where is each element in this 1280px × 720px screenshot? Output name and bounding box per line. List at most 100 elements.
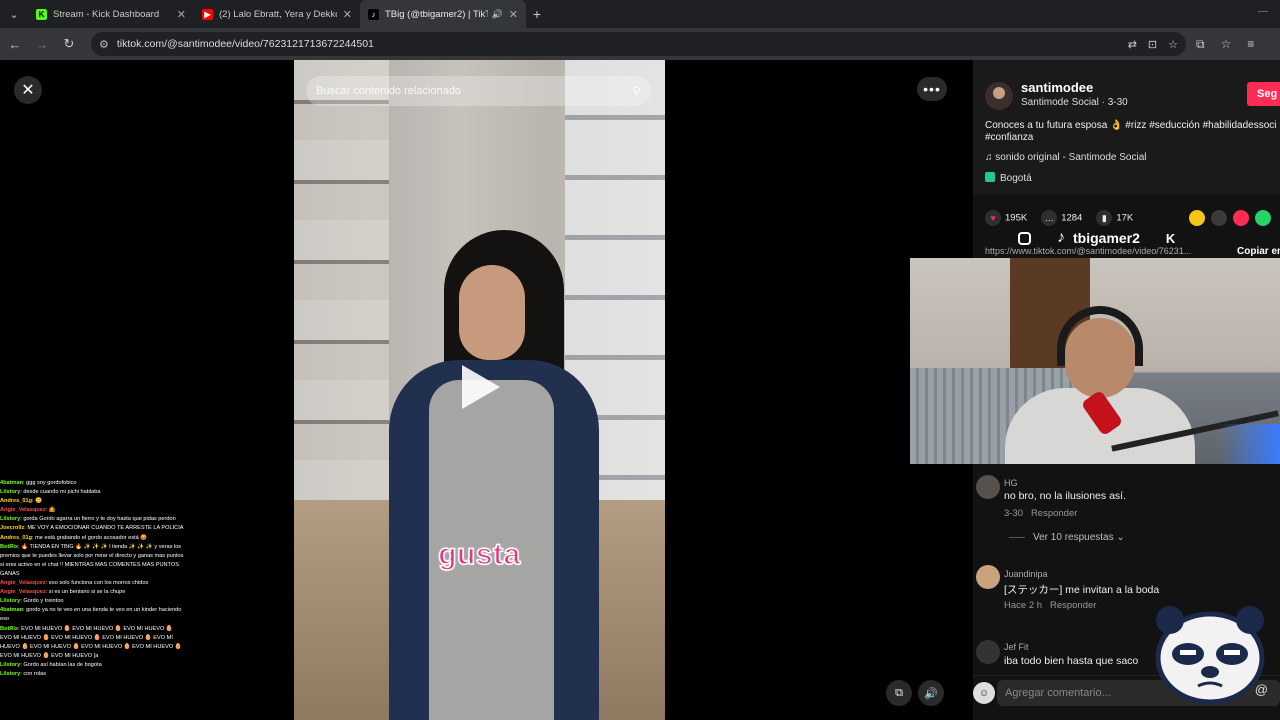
embed-icon[interactable]: [1211, 210, 1227, 226]
streamer-handle-banner: ♪ tbigamer2 K: [1018, 229, 1175, 247]
comment-author[interactable]: HG: [1004, 478, 1018, 488]
tab-kick-dashboard[interactable]: K Stream - Kick Dashboard ✕: [28, 0, 194, 28]
location-link[interactable]: Bogotá: [985, 172, 1032, 184]
site-info-icon[interactable]: ⚙: [99, 38, 109, 51]
chat-username[interactable]: Lilstory: [0, 489, 20, 495]
reload-icon[interactable]: ↻: [57, 32, 81, 56]
volume-icon[interactable]: 🔊: [918, 680, 944, 706]
chevron-down-icon: ⌄: [1116, 532, 1125, 543]
chat-message: Angie_Velasquez: 🤷: [0, 506, 185, 515]
address-toolbar: ← → ↻ ⚙ tiktok.com/@santimodee/video/762…: [0, 28, 1280, 60]
tab-search-chevron-icon[interactable]: ⌄: [0, 0, 28, 28]
share-tiktok-icon[interactable]: [1233, 210, 1249, 226]
chat-username[interactable]: Lilstory: [0, 598, 20, 604]
save-button[interactable]: ▮ 17K: [1096, 210, 1133, 226]
minimize-icon[interactable]: —: [1258, 6, 1268, 17]
chat-username[interactable]: Angie_Velasquez: [0, 589, 46, 595]
avatar[interactable]: [976, 640, 1000, 664]
video-player[interactable]: Buscar contenido relacionado ⚲ gusta: [294, 60, 665, 720]
chat-text: : 🥲: [32, 498, 43, 505]
stream-chat: 4batman: ggg soy gordofobico Lilstory: de…: [0, 479, 185, 720]
music-note-icon: ♫: [985, 152, 996, 163]
copy-link-button[interactable]: Copiar en: [1237, 246, 1280, 257]
youtube-icon: ▶: [202, 8, 213, 20]
comment-button[interactable]: … 1284: [1041, 210, 1082, 226]
tab-bar: ⌄ K Stream - Kick Dashboard ✕ ▶ (2) Lalo…: [0, 0, 1280, 28]
location-label: Bogotá: [1000, 173, 1032, 184]
share-link[interactable]: https://www.tiktok.com/@santimodee/video…: [985, 246, 1280, 256]
pip-icon[interactable]: ⧉: [886, 680, 912, 706]
streamer-handle: tbigamer2: [1073, 230, 1140, 246]
chat-username[interactable]: 4batman: [0, 480, 23, 486]
chat-username[interactable]: Angie_Velasquez: [0, 580, 46, 586]
author-username[interactable]: santimodee: [1021, 80, 1093, 95]
chat-username[interactable]: BotRix: [0, 626, 18, 632]
avatar[interactable]: [976, 565, 1000, 589]
like-count: 195K: [1005, 212, 1028, 224]
comment-author[interactable]: Jef Fit: [1004, 642, 1029, 652]
chat-text: : me está grabando el gordo acosador est…: [32, 534, 148, 541]
bookmarks-icon[interactable]: ☆: [1221, 37, 1232, 52]
close-icon[interactable]: ✕: [14, 76, 42, 104]
play-icon[interactable]: [462, 365, 500, 409]
chat-username[interactable]: Lilstory: [0, 671, 20, 677]
back-icon[interactable]: ←: [3, 32, 27, 56]
chat-message: Angie_Velasquez: eso solo funciona con l…: [0, 579, 185, 588]
comment-date: Hace 2 h: [1004, 600, 1043, 611]
reply-button[interactable]: Responder: [1031, 508, 1077, 519]
chat-username[interactable]: Andres_01g: [0, 535, 32, 541]
url-bar[interactable]: ⚙ tiktok.com/@santimodee/video/762312171…: [91, 32, 1186, 56]
reply-button[interactable]: Responder: [1050, 600, 1096, 611]
comment-count: 1284: [1061, 212, 1083, 224]
sound-link[interactable]: ♫ sonido original - Santimode Social: [985, 152, 1146, 163]
heart-icon: ♥: [985, 210, 1001, 226]
chat-username[interactable]: BotRix: [0, 544, 18, 550]
tab-youtube[interactable]: ▶ (2) Lalo Ebratt, Yera y Dekko - A ✕: [194, 0, 360, 28]
comment-meta: 3-30 Responder: [1004, 508, 1077, 519]
chat-message: 4batman: ggg soy gordofobico: [0, 479, 185, 488]
translate-icon[interactable]: ⇄: [1128, 38, 1137, 51]
avatar[interactable]: [985, 82, 1013, 110]
close-tab-icon[interactable]: ✕: [177, 8, 186, 21]
comment-author[interactable]: Juandinipa: [1004, 569, 1048, 579]
close-tab-icon[interactable]: ✕: [343, 8, 352, 21]
chat-message: Lilstory: desde cuando mi pichi hablaba: [0, 488, 185, 497]
like-button[interactable]: ♥ 195K: [985, 210, 1027, 226]
chat-username[interactable]: Andres_01g: [0, 498, 32, 504]
chat-username[interactable]: Lilstory: [0, 662, 20, 668]
related-search-input[interactable]: Buscar contenido relacionado ⚲: [306, 76, 651, 106]
chat-username[interactable]: Joecrollz: [0, 525, 24, 531]
chat-text: : si es un beniano si se la chupe: [45, 589, 126, 596]
engagement-row: ♥ 195K … 1284 ▮ 17K: [985, 210, 1133, 226]
install-icon[interactable]: ⊡: [1148, 38, 1157, 51]
chat-text: : gordo ya no te veo en una tienda te ve…: [0, 607, 182, 623]
search-icon[interactable]: ⚲: [632, 84, 641, 98]
chat-username[interactable]: Lilstory: [0, 516, 20, 522]
forward-icon[interactable]: →: [30, 32, 54, 56]
close-tab-icon[interactable]: ✕: [509, 8, 518, 21]
chat-username[interactable]: 4batman: [0, 607, 23, 613]
instagram-icon: [1018, 231, 1031, 245]
chat-text: : con rolas: [20, 670, 47, 677]
tab-title: TBig (@tbigamer2) | TikTok: [385, 8, 488, 20]
view-replies-label: Ver 10 respuestas: [1033, 532, 1114, 543]
speaker-icon[interactable]: 🔊: [492, 9, 503, 20]
url-text: tiktok.com/@santimodee/video/76231217136…: [116, 38, 374, 50]
new-tab-button[interactable]: +: [526, 6, 548, 22]
kick-logo-icon: K: [1165, 230, 1176, 246]
extensions-icon[interactable]: ⧉: [1196, 37, 1205, 52]
tab-tiktok[interactable]: ♪ TBig (@tbigamer2) | TikTok 🔊 ✕: [360, 0, 526, 28]
chat-message: BotRix: 🔥 TIENDA EN TBIG 🔥 ✨ ✨ ✨ l tiend…: [0, 543, 185, 579]
tiktok-icon: ♪: [368, 8, 379, 20]
whatsapp-icon[interactable]: [1255, 210, 1271, 226]
chat-username[interactable]: Angie_Velasquez: [0, 507, 46, 513]
more-options-icon[interactable]: •••: [917, 77, 947, 101]
bookmark-star-icon[interactable]: ☆: [1168, 38, 1178, 51]
save-count: 17K: [1116, 212, 1134, 224]
follow-button[interactable]: Seg: [1247, 82, 1280, 106]
share-coin-icon[interactable]: [1189, 210, 1205, 226]
view-replies-button[interactable]: Ver 10 respuestas ⌄: [1009, 532, 1125, 543]
emoji-avatar-icon[interactable]: ☺: [973, 682, 995, 704]
menu-icon[interactable]: ≡: [1247, 37, 1254, 52]
avatar[interactable]: [976, 475, 1000, 499]
